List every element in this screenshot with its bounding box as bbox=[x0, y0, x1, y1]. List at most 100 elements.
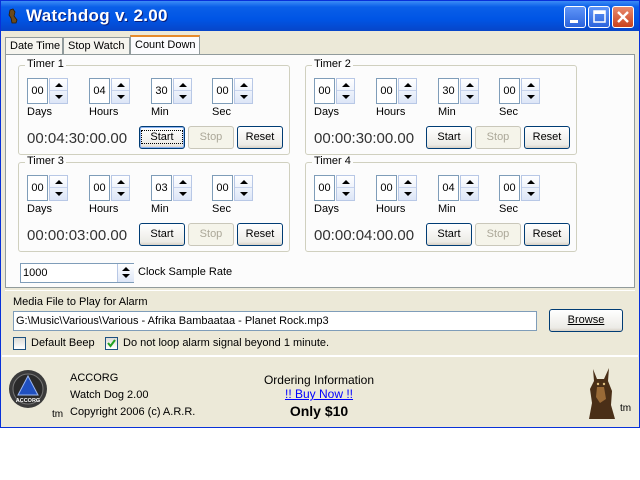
hours-value[interactable]: 04 bbox=[89, 78, 110, 104]
spin-down-button[interactable] bbox=[337, 91, 354, 103]
reset-button[interactable]: Reset bbox=[237, 223, 283, 246]
min-value[interactable]: 04 bbox=[438, 175, 459, 201]
min-value[interactable]: 30 bbox=[438, 78, 459, 104]
stop-button[interactable]: Stop bbox=[188, 223, 234, 246]
days-value[interactable]: 00 bbox=[27, 175, 48, 201]
spin-up-button[interactable] bbox=[174, 176, 191, 188]
spin-buttons[interactable] bbox=[336, 175, 355, 201]
spin-up-button[interactable] bbox=[112, 176, 129, 188]
spin-down-button[interactable] bbox=[235, 91, 252, 103]
spin-down-button[interactable] bbox=[112, 91, 129, 103]
spin-up-button[interactable] bbox=[522, 176, 539, 188]
min-spinner[interactable]: 30 bbox=[151, 78, 193, 104]
stop-button[interactable]: Stop bbox=[475, 223, 521, 246]
spin-buttons[interactable] bbox=[460, 175, 479, 201]
spin-up-button[interactable] bbox=[174, 79, 191, 91]
reset-button[interactable]: Reset bbox=[524, 126, 570, 149]
sec-value[interactable]: 00 bbox=[499, 175, 520, 201]
hours-spinner[interactable]: 00 bbox=[376, 175, 418, 201]
stop-button[interactable]: Stop bbox=[188, 126, 234, 149]
maximize-button[interactable] bbox=[588, 6, 610, 28]
spin-up-button[interactable] bbox=[50, 176, 67, 188]
hours-value[interactable]: 00 bbox=[376, 175, 397, 201]
spin-buttons[interactable] bbox=[398, 175, 417, 201]
title-bar[interactable]: Watchdog v. 2.00 bbox=[1, 1, 639, 31]
no-loop-checkbox[interactable] bbox=[105, 337, 118, 350]
sample-rate-spinner[interactable] bbox=[117, 264, 134, 282]
spin-up-button[interactable] bbox=[50, 79, 67, 91]
spin-up-button[interactable] bbox=[461, 79, 478, 91]
close-button[interactable] bbox=[612, 6, 634, 28]
spin-buttons[interactable] bbox=[173, 78, 192, 104]
min-value[interactable]: 30 bbox=[151, 78, 172, 104]
spin-buttons[interactable] bbox=[521, 78, 540, 104]
spin-up-button[interactable] bbox=[235, 79, 252, 91]
media-file-input[interactable]: G:\Music\Various\Various - Afrika Bambaa… bbox=[13, 311, 537, 331]
browse-button[interactable]: Browse bbox=[549, 309, 623, 332]
hours-value[interactable]: 00 bbox=[89, 175, 110, 201]
sec-value[interactable]: 00 bbox=[499, 78, 520, 104]
spin-down-button[interactable] bbox=[235, 188, 252, 200]
hours-value[interactable]: 00 bbox=[376, 78, 397, 104]
spin-up-button[interactable] bbox=[235, 176, 252, 188]
sec-value[interactable]: 00 bbox=[212, 175, 233, 201]
spin-up-button[interactable] bbox=[337, 176, 354, 188]
spin-down-button[interactable] bbox=[522, 91, 539, 103]
spin-buttons[interactable] bbox=[336, 78, 355, 104]
minimize-button[interactable] bbox=[564, 6, 586, 28]
spin-down-button[interactable] bbox=[399, 188, 416, 200]
start-button[interactable]: Start bbox=[139, 126, 185, 149]
spin-up-button[interactable] bbox=[461, 176, 478, 188]
days-spinner[interactable]: 00 bbox=[314, 175, 356, 201]
sec-spinner[interactable]: 00 bbox=[499, 78, 541, 104]
spin-down-button[interactable] bbox=[112, 188, 129, 200]
start-button[interactable]: Start bbox=[139, 223, 185, 246]
start-button[interactable]: Start bbox=[426, 223, 472, 246]
reset-button[interactable]: Reset bbox=[237, 126, 283, 149]
start-button[interactable]: Start bbox=[426, 126, 472, 149]
spin-up-button[interactable] bbox=[112, 79, 129, 91]
sec-value[interactable]: 00 bbox=[212, 78, 233, 104]
spin-down-button[interactable] bbox=[461, 188, 478, 200]
min-spinner[interactable]: 03 bbox=[151, 175, 193, 201]
spin-up-button[interactable] bbox=[399, 176, 416, 188]
spin-buttons[interactable] bbox=[521, 175, 540, 201]
days-value[interactable]: 00 bbox=[27, 78, 48, 104]
days-value[interactable]: 00 bbox=[314, 78, 335, 104]
days-spinner[interactable]: 00 bbox=[27, 175, 69, 201]
hours-spinner[interactable]: 00 bbox=[89, 175, 131, 201]
spin-buttons[interactable] bbox=[49, 78, 68, 104]
spin-buttons[interactable] bbox=[398, 78, 417, 104]
spin-buttons[interactable] bbox=[111, 78, 130, 104]
spin-buttons[interactable] bbox=[111, 175, 130, 201]
min-spinner[interactable]: 04 bbox=[438, 175, 480, 201]
spin-down-button[interactable] bbox=[174, 188, 191, 200]
min-spinner[interactable]: 30 bbox=[438, 78, 480, 104]
stop-button[interactable]: Stop bbox=[475, 126, 521, 149]
spin-down-button[interactable] bbox=[50, 91, 67, 103]
days-spinner[interactable]: 00 bbox=[27, 78, 69, 104]
reset-button[interactable]: Reset bbox=[524, 223, 570, 246]
spin-down-button[interactable] bbox=[399, 91, 416, 103]
spin-up-button[interactable] bbox=[337, 79, 354, 91]
days-value[interactable]: 00 bbox=[314, 175, 335, 201]
spin-up-button[interactable] bbox=[399, 79, 416, 91]
spin-down-button[interactable] bbox=[461, 91, 478, 103]
hours-spinner[interactable]: 04 bbox=[89, 78, 131, 104]
sample-rate-input[interactable]: 1000 bbox=[20, 263, 134, 283]
spin-up-button[interactable] bbox=[522, 79, 539, 91]
spin-down-button[interactable] bbox=[522, 188, 539, 200]
default-beep-checkbox[interactable] bbox=[13, 337, 26, 350]
spin-buttons[interactable] bbox=[234, 78, 253, 104]
min-value[interactable]: 03 bbox=[151, 175, 172, 201]
spin-buttons[interactable] bbox=[460, 78, 479, 104]
sec-spinner[interactable]: 00 bbox=[499, 175, 541, 201]
spin-down-button[interactable] bbox=[174, 91, 191, 103]
hours-spinner[interactable]: 00 bbox=[376, 78, 418, 104]
sec-spinner[interactable]: 00 bbox=[212, 175, 254, 201]
spin-buttons[interactable] bbox=[49, 175, 68, 201]
sec-spinner[interactable]: 00 bbox=[212, 78, 254, 104]
spin-buttons[interactable] bbox=[234, 175, 253, 201]
days-spinner[interactable]: 00 bbox=[314, 78, 356, 104]
buy-now-link[interactable]: !! Buy Now !! bbox=[254, 387, 384, 401]
